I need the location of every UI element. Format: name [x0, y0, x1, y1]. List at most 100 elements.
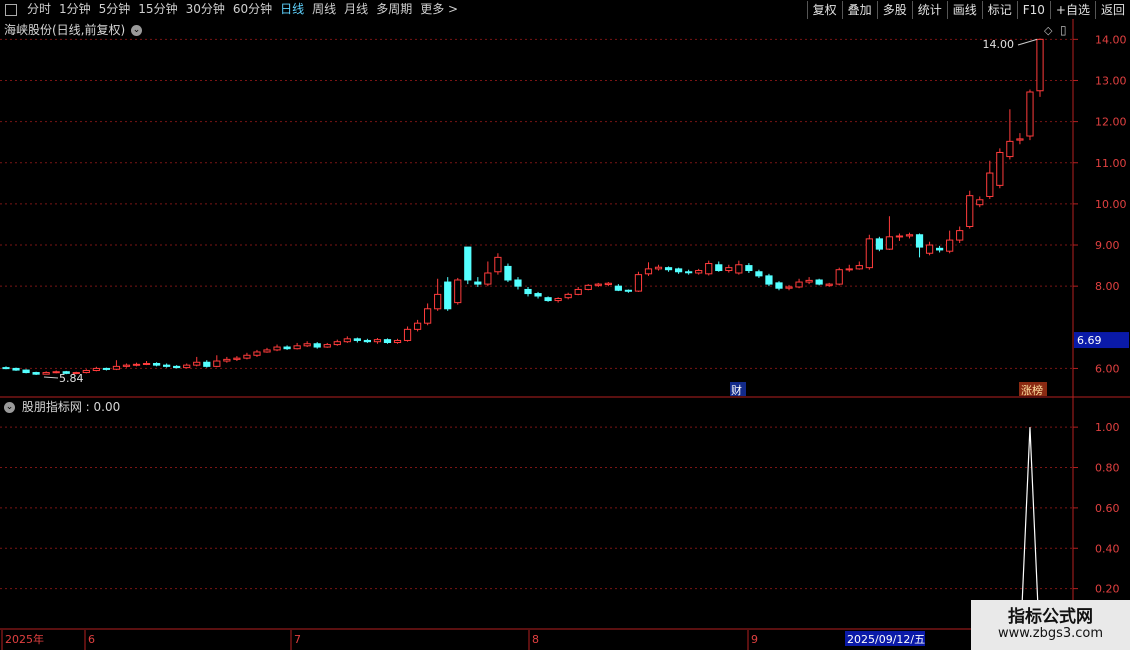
candle-body[interactable] — [82, 369, 90, 374]
period-tab-7[interactable]: 周线 — [308, 0, 340, 19]
candle-body[interactable] — [484, 272, 492, 285]
candle-body[interactable] — [213, 360, 221, 367]
candle-body[interactable] — [32, 372, 40, 375]
candle-body[interactable] — [203, 361, 211, 367]
candle-body[interactable] — [815, 279, 823, 285]
candle-body[interactable] — [685, 271, 693, 274]
candle-body[interactable] — [193, 361, 201, 366]
mark-button[interactable]: 标记 — [981, 0, 1017, 19]
candle-body[interactable] — [966, 195, 974, 228]
candle-body[interactable] — [996, 151, 1004, 186]
candle-body[interactable] — [905, 234, 914, 237]
candle-body[interactable] — [845, 268, 853, 271]
candle-body[interactable] — [92, 367, 100, 371]
candle-body[interactable] — [735, 264, 743, 274]
candle-body[interactable] — [745, 265, 753, 272]
candle-body[interactable] — [383, 339, 392, 344]
candle-body[interactable] — [664, 267, 673, 271]
candle-body[interactable] — [895, 235, 904, 238]
candle-body[interactable] — [42, 372, 50, 375]
candle-body[interactable] — [534, 293, 542, 297]
candle-body[interactable] — [223, 358, 231, 362]
candle-body[interactable] — [2, 367, 10, 370]
action-button-6[interactable]: +自选 — [1049, 0, 1095, 19]
candle-body[interactable] — [12, 367, 20, 371]
candle-body[interactable] — [494, 256, 502, 273]
candle-body[interactable] — [353, 338, 361, 341]
candle-body[interactable] — [263, 349, 271, 353]
candle-body[interactable] — [805, 279, 813, 283]
period-tab-9[interactable]: 多周期 — [372, 0, 416, 19]
candle-body[interactable] — [273, 346, 281, 351]
candle-body[interactable] — [393, 339, 402, 344]
candle-body[interactable] — [624, 289, 633, 292]
candle-body[interactable] — [253, 351, 261, 356]
period-tab-10[interactable]: 更多 > — [416, 0, 462, 19]
period-tab-0[interactable]: 分时 — [23, 0, 55, 19]
candle-body[interactable] — [865, 238, 873, 269]
candle-body[interactable] — [112, 365, 121, 370]
candle-body[interactable] — [243, 354, 251, 359]
candle-body[interactable] — [644, 268, 653, 275]
layout-toggle-icon[interactable] — [5, 3, 17, 16]
candle-body[interactable] — [564, 293, 572, 299]
candle-body[interactable] — [514, 279, 522, 287]
candle-body[interactable] — [915, 234, 924, 248]
candle-body[interactable] — [333, 341, 341, 346]
candle-body[interactable] — [474, 281, 482, 285]
candle-body[interactable] — [554, 298, 562, 302]
candle-body[interactable] — [102, 367, 111, 370]
candle-body[interactable] — [574, 288, 582, 295]
period-tab-8[interactable]: 月线 — [340, 0, 372, 19]
candle-body[interactable] — [946, 239, 954, 252]
action-button-4[interactable]: 画线 — [946, 0, 982, 19]
candle-body[interactable] — [424, 308, 432, 324]
period-tab-1[interactable]: 1分钟 — [55, 0, 95, 19]
candle-body[interactable] — [233, 357, 241, 360]
candle-body[interactable] — [614, 285, 622, 291]
candle-body[interactable] — [323, 344, 331, 348]
action-button-0[interactable]: 复权 — [806, 0, 842, 19]
candle-body[interactable] — [604, 282, 612, 286]
kline-chart[interactable]: 14.00 13.00 12.00 11.00 10.00 9.00 8.00 6.00 6.6… — [0, 19, 1130, 650]
candle-body[interactable] — [935, 247, 944, 251]
candle-body[interactable] — [142, 362, 151, 365]
candle-body[interactable] — [594, 283, 602, 286]
candle-body[interactable] — [674, 268, 683, 273]
action-button-1[interactable]: 叠加 — [841, 0, 877, 19]
candle-body[interactable] — [373, 339, 382, 343]
period-tab-5[interactable]: 60分钟 — [229, 0, 276, 19]
candle-body[interactable] — [1006, 140, 1014, 158]
action-button-5[interactable]: F10 — [1016, 0, 1050, 19]
candle-body[interactable] — [725, 267, 733, 272]
candle-body[interactable] — [313, 343, 321, 348]
candle-body[interactable] — [183, 364, 191, 369]
candle-body[interactable] — [925, 244, 934, 254]
candle-body[interactable] — [775, 282, 783, 289]
candle-body[interactable] — [454, 279, 462, 304]
candle-body[interactable] — [152, 362, 161, 366]
candle-body[interactable] — [363, 339, 372, 343]
candle-body[interactable] — [132, 363, 141, 366]
candle-body[interactable] — [705, 263, 713, 275]
candle-body[interactable] — [956, 230, 964, 241]
candle-body[interactable] — [835, 269, 843, 285]
candle-body[interactable] — [293, 345, 301, 350]
candle-body[interactable] — [22, 369, 30, 374]
candle-body[interactable] — [825, 283, 833, 286]
candle-body[interactable] — [122, 364, 131, 367]
candle-body[interactable] — [173, 365, 181, 369]
candle-body[interactable] — [303, 343, 311, 347]
chevron-down-icon[interactable]: ⌄ — [131, 25, 143, 36]
candle-body[interactable] — [1026, 91, 1034, 137]
candle-body[interactable] — [413, 322, 422, 330]
candle-body[interactable] — [1036, 38, 1044, 92]
candle-body[interactable] — [765, 275, 773, 285]
candle-body[interactable] — [654, 266, 663, 270]
action-button-2[interactable]: 多股 — [876, 0, 912, 19]
candle-body[interactable] — [544, 297, 552, 302]
candle-body[interactable] — [1016, 138, 1024, 141]
candle-body[interactable] — [795, 281, 803, 288]
candle-body[interactable] — [755, 271, 763, 277]
candle-body[interactable] — [444, 281, 452, 310]
